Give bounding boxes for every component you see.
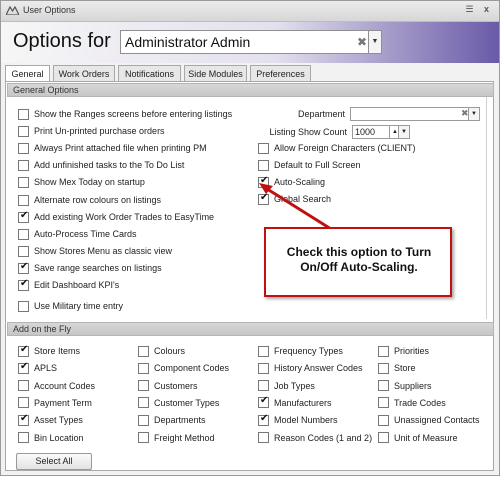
checkbox[interactable] (378, 362, 389, 374)
fly-option-checkbox[interactable]: ✔ Model Numbers (258, 413, 338, 427)
checkbox[interactable] (378, 414, 389, 426)
fly-option-checkbox[interactable]: ✔ Store Items (18, 344, 80, 358)
checkbox[interactable] (378, 432, 389, 443)
checkbox-label: Payment Term (34, 397, 92, 408)
checkbox-label: Customers (154, 380, 198, 391)
checkbox-label: Reason Codes (1 and 2) (274, 432, 373, 443)
fly-option-checkbox[interactable]: Suppliers (378, 379, 432, 393)
fly-option-checkbox[interactable]: Payment Term (18, 396, 92, 410)
fly-option-checkbox[interactable]: Customers (138, 379, 198, 393)
select-all-button[interactable]: Select All (16, 453, 92, 470)
callout-text: Check this option to Turn On/Off Auto-Sc… (286, 245, 432, 274)
fly-option-checkbox[interactable]: Colours (138, 344, 185, 358)
checkbox[interactable] (258, 362, 269, 374)
checkbox[interactable]: ✔ (18, 343, 29, 357)
checkbox[interactable] (258, 432, 269, 443)
checkbox[interactable] (138, 414, 149, 426)
checkbox[interactable] (138, 380, 149, 392)
add-on-the-fly-heading: Add on the Fly (7, 322, 494, 336)
check-icon: ✔ (260, 395, 269, 407)
fly-option-checkbox[interactable]: Account Codes (18, 379, 95, 393)
checkbox[interactable] (18, 432, 29, 443)
checkbox[interactable]: ✔ (258, 412, 269, 426)
checkbox[interactable] (138, 432, 149, 443)
check-icon: ✔ (20, 343, 29, 355)
checkbox-label: Customer Types (154, 397, 220, 408)
checkbox-label: APLS (34, 363, 58, 374)
checkbox[interactable] (258, 345, 269, 357)
fly-option-checkbox[interactable]: Priorities (378, 344, 429, 358)
checkbox[interactable] (18, 397, 29, 409)
fly-option-checkbox[interactable]: ✔ Asset Types (18, 413, 83, 427)
fly-option-checkbox[interactable]: Store (378, 361, 416, 375)
checkbox-label: Frequency Types (274, 346, 343, 356)
checkbox-label: Job Types (274, 380, 315, 391)
fly-option-checkbox[interactable]: Job Types (258, 379, 315, 393)
checkbox-label: Unassigned Contacts (394, 415, 480, 426)
checkbox-label: Manufacturers (274, 397, 332, 408)
checkbox-label: Component Codes (154, 363, 230, 374)
fly-option-checkbox[interactable]: Trade Codes (378, 396, 446, 410)
checkbox-label: Freight Method (154, 432, 215, 443)
checkbox[interactable] (138, 345, 149, 357)
checkbox[interactable]: ✔ (258, 395, 269, 409)
checkbox[interactable] (378, 380, 389, 392)
checkbox-label: Model Numbers (274, 415, 338, 426)
checkbox[interactable] (378, 397, 389, 409)
checkbox-label: Store (394, 363, 416, 374)
checkbox-label: Account Codes (34, 380, 96, 391)
checkbox[interactable] (258, 380, 269, 392)
checkbox-label: Trade Codes (394, 397, 446, 408)
fly-option-checkbox[interactable]: Frequency Types (258, 344, 343, 358)
checkbox-label: Departments (154, 415, 206, 426)
check-icon: ✔ (20, 412, 29, 424)
fly-option-checkbox[interactable]: Bin Location (18, 431, 84, 445)
checkbox-label: Priorities (394, 346, 430, 356)
checkbox-label: Store Items (34, 346, 81, 356)
check-icon: ✔ (20, 360, 29, 372)
fly-option-checkbox[interactable]: Reason Codes (1 and 2) (258, 431, 372, 445)
checkbox-label: History Answer Codes (274, 363, 363, 374)
checkbox[interactable] (138, 362, 149, 374)
checkbox-label: Asset Types (34, 415, 83, 426)
fly-option-checkbox[interactable]: ✔ APLS (18, 361, 57, 375)
user-options-window: User Options ☰ x Options for Administrat… (0, 0, 500, 476)
callout-box: Check this option to Turn On/Off Auto-Sc… (264, 227, 452, 297)
checkbox-label: Colours (154, 346, 186, 356)
fly-option-checkbox[interactable]: Freight Method (138, 431, 215, 445)
fly-option-checkbox[interactable]: Unassigned Contacts (378, 413, 480, 427)
checkbox-label: Bin Location (34, 432, 84, 443)
fly-option-checkbox[interactable]: Customer Types (138, 396, 219, 410)
checkbox[interactable] (18, 380, 29, 392)
fly-option-checkbox[interactable]: Component Codes (138, 361, 229, 375)
fly-option-checkbox[interactable]: ✔ Manufacturers (258, 395, 332, 410)
check-icon: ✔ (260, 412, 269, 424)
fly-option-checkbox[interactable]: Departments (138, 413, 206, 427)
fly-option-checkbox[interactable]: Unit of Measure (378, 431, 458, 445)
checkbox[interactable] (138, 397, 149, 409)
checkbox-label: Unit of Measure (394, 432, 458, 443)
checkbox-label: Suppliers (394, 380, 432, 391)
checkbox[interactable]: ✔ (18, 412, 29, 426)
checkbox[interactable]: ✔ (18, 360, 29, 374)
checkbox[interactable] (378, 345, 389, 357)
fly-option-checkbox[interactable]: History Answer Codes (258, 361, 363, 375)
